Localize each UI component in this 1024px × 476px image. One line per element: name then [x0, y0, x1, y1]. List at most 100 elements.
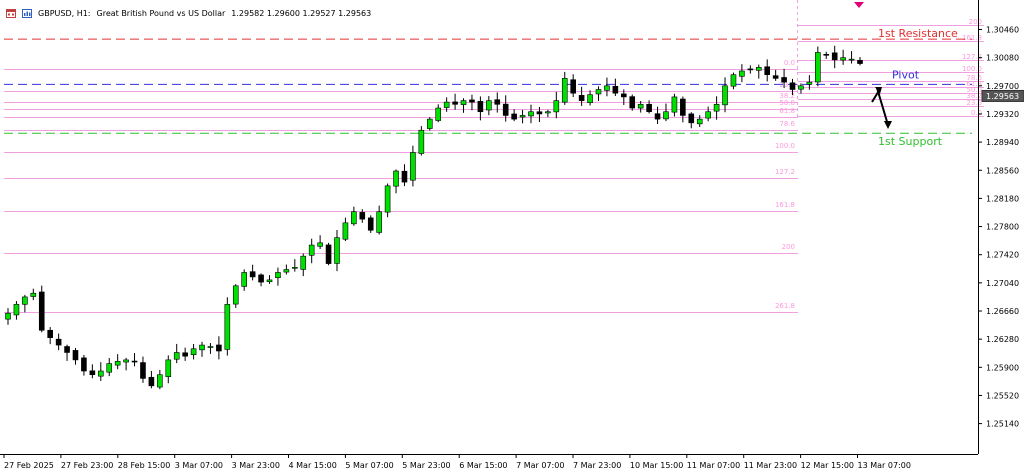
- candle-body: [393, 170, 399, 187]
- candle-body: [671, 96, 678, 113]
- fib-level-label: 161.8: [775, 201, 795, 209]
- time-tick-label: 11 Mar 07:00: [687, 461, 740, 470]
- candle-body: [713, 104, 720, 112]
- candle-body: [739, 70, 745, 77]
- candle-body: [553, 100, 560, 113]
- fib-level-label: 261.8: [775, 302, 795, 310]
- arrow-down-head-icon: [884, 121, 892, 129]
- candle-body: [663, 111, 669, 120]
- candle-body: [351, 211, 357, 225]
- candle-body: [165, 359, 172, 378]
- candle-body: [216, 344, 222, 352]
- fib-small-label: 200: [969, 18, 982, 26]
- candle-body: [857, 59, 863, 64]
- candle-body: [249, 271, 256, 278]
- candle-body: [401, 170, 408, 183]
- candle-body: [806, 81, 813, 85]
- time-tick-label: 3 Mar 07:00: [175, 461, 223, 470]
- candle-body: [232, 285, 239, 305]
- calendar-icon[interactable]: [6, 8, 16, 18]
- candle-body: [545, 111, 551, 114]
- candle-body: [781, 77, 787, 83]
- candle-body: [528, 111, 534, 117]
- candle-body: [646, 103, 652, 113]
- price-tick-label: 1.25900: [986, 363, 1019, 372]
- fib-small-label: 23.6: [966, 99, 982, 107]
- chart-header: GBPUSD, H1: Great British Pound vs US Do…: [6, 6, 371, 20]
- candle-body: [241, 272, 247, 287]
- fib-small-label: 0.0: [971, 109, 982, 117]
- chart-icon[interactable]: [22, 8, 32, 18]
- candle-body: [536, 111, 543, 115]
- candle-body: [317, 242, 323, 247]
- fib-level-label: 78.6: [779, 120, 795, 128]
- chart-ohlc: 1.29582 1.29600 1.29527 1.29563: [231, 8, 372, 18]
- candle-body: [106, 363, 113, 373]
- candle-body: [587, 94, 593, 103]
- candle-body: [823, 53, 830, 56]
- candle-body: [595, 89, 602, 95]
- chart-symbol: GBPUSD, H1:: [38, 8, 91, 18]
- candle-body: [730, 74, 737, 87]
- candle-body: [722, 85, 728, 106]
- candle-body: [486, 100, 492, 111]
- candle-body: [300, 255, 307, 270]
- candle-body: [199, 344, 205, 351]
- candle-body: [561, 78, 568, 103]
- price-tick-label: 1.30460: [986, 26, 1019, 35]
- candle-body: [359, 212, 366, 220]
- candle-body: [426, 118, 433, 129]
- candle-body: [452, 101, 458, 105]
- candle-body: [342, 222, 349, 240]
- price-tick-label: 1.27420: [986, 251, 1019, 260]
- fib-level-label: 0.0: [784, 59, 795, 67]
- time-tick-label: 28 Feb 15:00: [118, 461, 170, 470]
- candle-body: [30, 292, 37, 297]
- candle-body: [654, 113, 661, 120]
- support-label: 1st Support: [878, 135, 943, 148]
- time-tick-label: 6 Mar 15:00: [459, 461, 507, 470]
- fib-level-label: 61.8: [779, 107, 795, 115]
- candle-body: [469, 99, 475, 103]
- candle-body: [157, 374, 163, 388]
- price-tick-label: 1.25520: [986, 391, 1019, 400]
- candle-body: [376, 211, 382, 233]
- candle-body: [275, 272, 281, 279]
- candle-body: [798, 85, 804, 90]
- chart-window[interactable]: GBPUSD, H1: Great British Pound vs US Do…: [0, 0, 1024, 476]
- candle-body: [502, 103, 509, 116]
- candle-body: [755, 66, 762, 71]
- candle-body: [696, 118, 703, 125]
- time-tick-label: 7 Mar 07:00: [516, 461, 564, 470]
- time-tick-label: 4 Mar 15:00: [289, 461, 337, 470]
- time-tick-label: 27 Feb 2025: [4, 461, 54, 470]
- time-tick-label: 12 Mar 15:00: [801, 461, 854, 470]
- candle-body: [308, 244, 315, 256]
- candle-body: [494, 99, 501, 105]
- price-tick-label: 1.26660: [986, 307, 1019, 316]
- price-tick-label: 1.26280: [986, 335, 1019, 344]
- candle-body: [578, 95, 585, 101]
- candle-body: [612, 85, 619, 94]
- candle-body: [410, 152, 416, 181]
- time-tick-label: 10 Mar 15:00: [630, 461, 683, 470]
- time-tick-label: 3 Mar 23:00: [232, 461, 280, 470]
- time-tick-label: 13 Mar 07:00: [858, 461, 911, 470]
- candle-body: [13, 304, 20, 316]
- price-tick-label: 1.27040: [986, 279, 1019, 288]
- candle-body: [38, 291, 45, 331]
- candle-body: [637, 104, 644, 109]
- resistance-label: 1st Resistance: [878, 27, 958, 40]
- price-tick-label: 1.29700: [986, 82, 1019, 91]
- candle-body: [266, 279, 273, 283]
- price-tick-label: 1.30080: [986, 54, 1019, 63]
- candle-body: [207, 346, 214, 348]
- time-tick-label: 5 Mar 07:00: [345, 461, 393, 470]
- price-chart[interactable]: 0.023.638.250.061.878.6100.0127.2161.820…: [0, 0, 1024, 476]
- pivot-label: Pivot: [892, 68, 920, 81]
- candle-body: [460, 100, 467, 105]
- candle-body: [621, 93, 627, 98]
- candle-body: [97, 370, 104, 377]
- candle-body: [789, 82, 796, 90]
- candle-body: [140, 362, 146, 379]
